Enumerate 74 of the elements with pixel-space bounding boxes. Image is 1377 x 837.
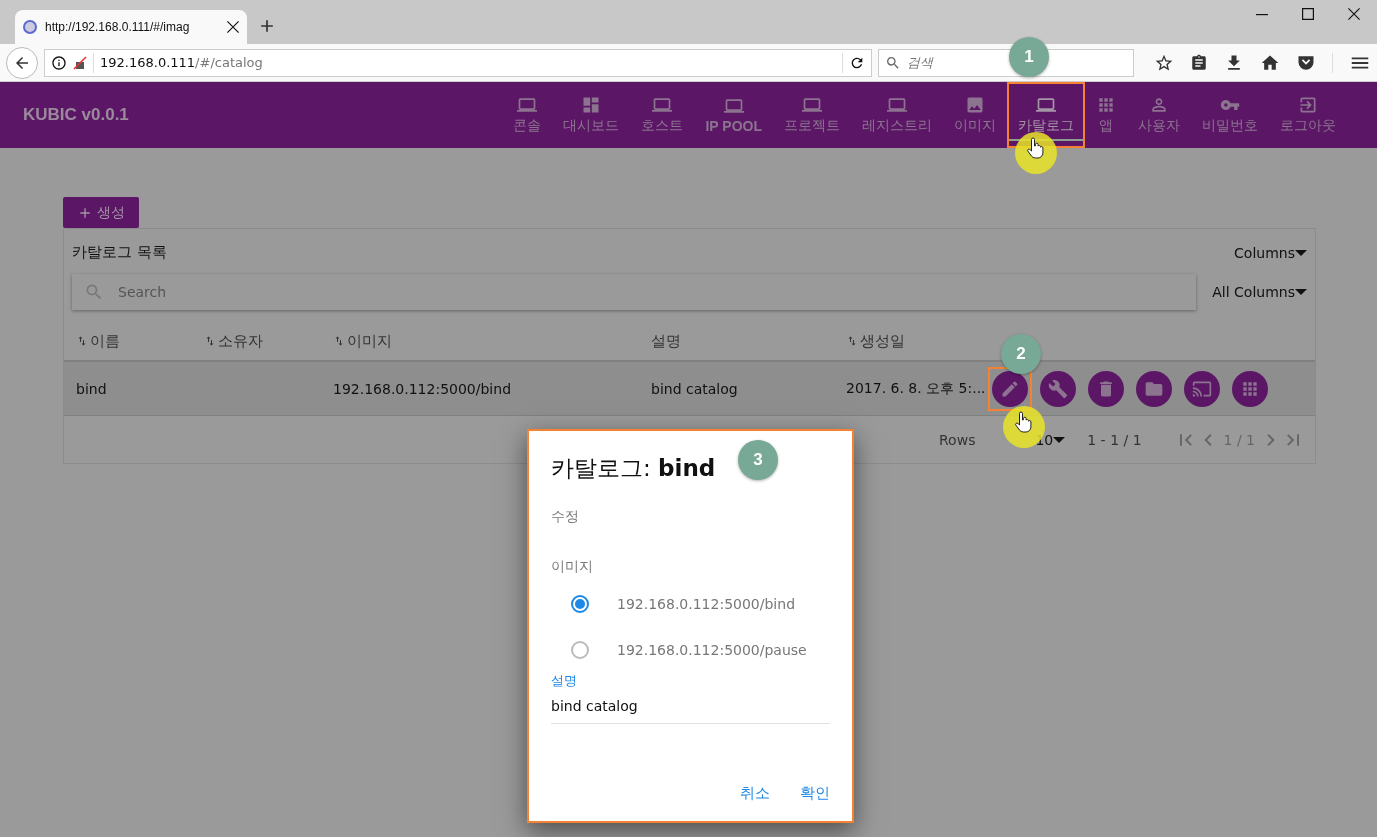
sort-icon [333,335,345,347]
logout-icon [1298,95,1318,115]
nav-item[interactable]: 비밀번호 [1191,82,1269,148]
laptop-icon [517,95,538,115]
clipboard-icon[interactable] [1190,53,1208,72]
dialog-subtitle: 수정 [551,508,580,526]
table-cell: 192.168.0.112:5000/bind [321,362,639,416]
cast-button[interactable] [1184,370,1220,407]
cancel-button[interactable]: 취소 [740,784,770,803]
image-icon [965,95,985,115]
description-label: 설명 [551,672,578,690]
table-title: 카탈로그 목록 [72,243,167,262]
laptop-icon [802,95,822,115]
chevron-right-icon [1267,433,1275,446]
info-icon [51,54,67,71]
nav-item[interactable]: 호스트 [630,82,695,148]
nav-item[interactable]: 로그아웃 [1269,82,1347,148]
close-icon[interactable] [227,21,239,33]
nav-item[interactable]: IP POOL [694,82,773,148]
rows-label: Rows [939,431,976,448]
apps-button[interactable] [1232,370,1268,407]
nav-item[interactable]: 카탈로그 [1007,82,1085,148]
last-page-icon [1287,433,1299,446]
nav-item[interactable]: 프로젝트 [773,82,851,148]
image-label: 이미지 [551,558,594,576]
first-page-icon [1179,433,1192,446]
url-text: 192.168.0.111/#/catalog [100,55,264,70]
nav-item[interactable]: 대시보드 [552,82,631,148]
app-title: KUBIC v0.0.1 [23,105,129,125]
columns-dropdown[interactable]: Columns [1234,244,1307,261]
search-icon [84,282,104,302]
create-button[interactable]: 생성 [63,197,139,228]
nav-item[interactable]: 레지스트리 [851,82,943,148]
nav-item[interactable]: 콘솔 [502,82,553,148]
radio-button[interactable] [571,595,589,613]
grid-icon [1096,95,1116,115]
radio-option[interactable]: 192.168.0.112:5000/pause [551,640,830,660]
insecure-lock-icon [73,55,87,70]
laptop-icon [1036,95,1056,115]
maximize-icon[interactable] [1302,8,1314,20]
chevron-left-icon [1203,433,1212,446]
table-cell: bind catalog [639,362,834,416]
range-text: 1 - 1 / 1 [1087,431,1142,448]
close-icon[interactable] [1348,8,1360,20]
sort-icon [846,335,858,347]
dialog-title: 카탈로그: bind [551,454,716,483]
laptop-icon [652,95,673,115]
nav-item[interactable]: 이미지 [943,82,1007,148]
favicon-icon [23,20,37,34]
wrench-icon [1048,378,1068,399]
nav-item[interactable]: 사용자 [1127,82,1191,148]
search-icon [885,54,902,71]
search-field[interactable]: Search [118,274,1185,310]
laptop-icon [723,96,744,116]
filter-dropdown[interactable]: All Columns [1212,284,1307,300]
browser-tab[interactable]: http://192.168.0.111/#/imag [15,10,247,44]
settings-button[interactable] [1040,370,1076,407]
address-bar[interactable]: 192.168.0.111/#/catalog [44,48,873,77]
back-button[interactable] [6,46,38,79]
sort-icon [204,335,216,347]
confirm-button[interactable]: 확인 [800,784,830,803]
table-cell: bind [64,362,192,416]
radio-option[interactable]: 192.168.0.112:5000/bind [551,594,830,614]
caret-icon [1295,249,1307,256]
nav-item[interactable]: 앱 [1085,82,1127,148]
caret-icon [1295,289,1307,295]
delete-button[interactable] [1088,370,1124,407]
folder-button[interactable] [1136,370,1172,407]
dashboard-icon [581,95,602,115]
table-cell: 2017. 6. 8. 오후 5:... [834,362,984,416]
sort-icon [76,335,88,347]
radio-button[interactable] [571,641,589,659]
caret-icon [1053,436,1066,443]
laptop-icon [887,95,907,115]
